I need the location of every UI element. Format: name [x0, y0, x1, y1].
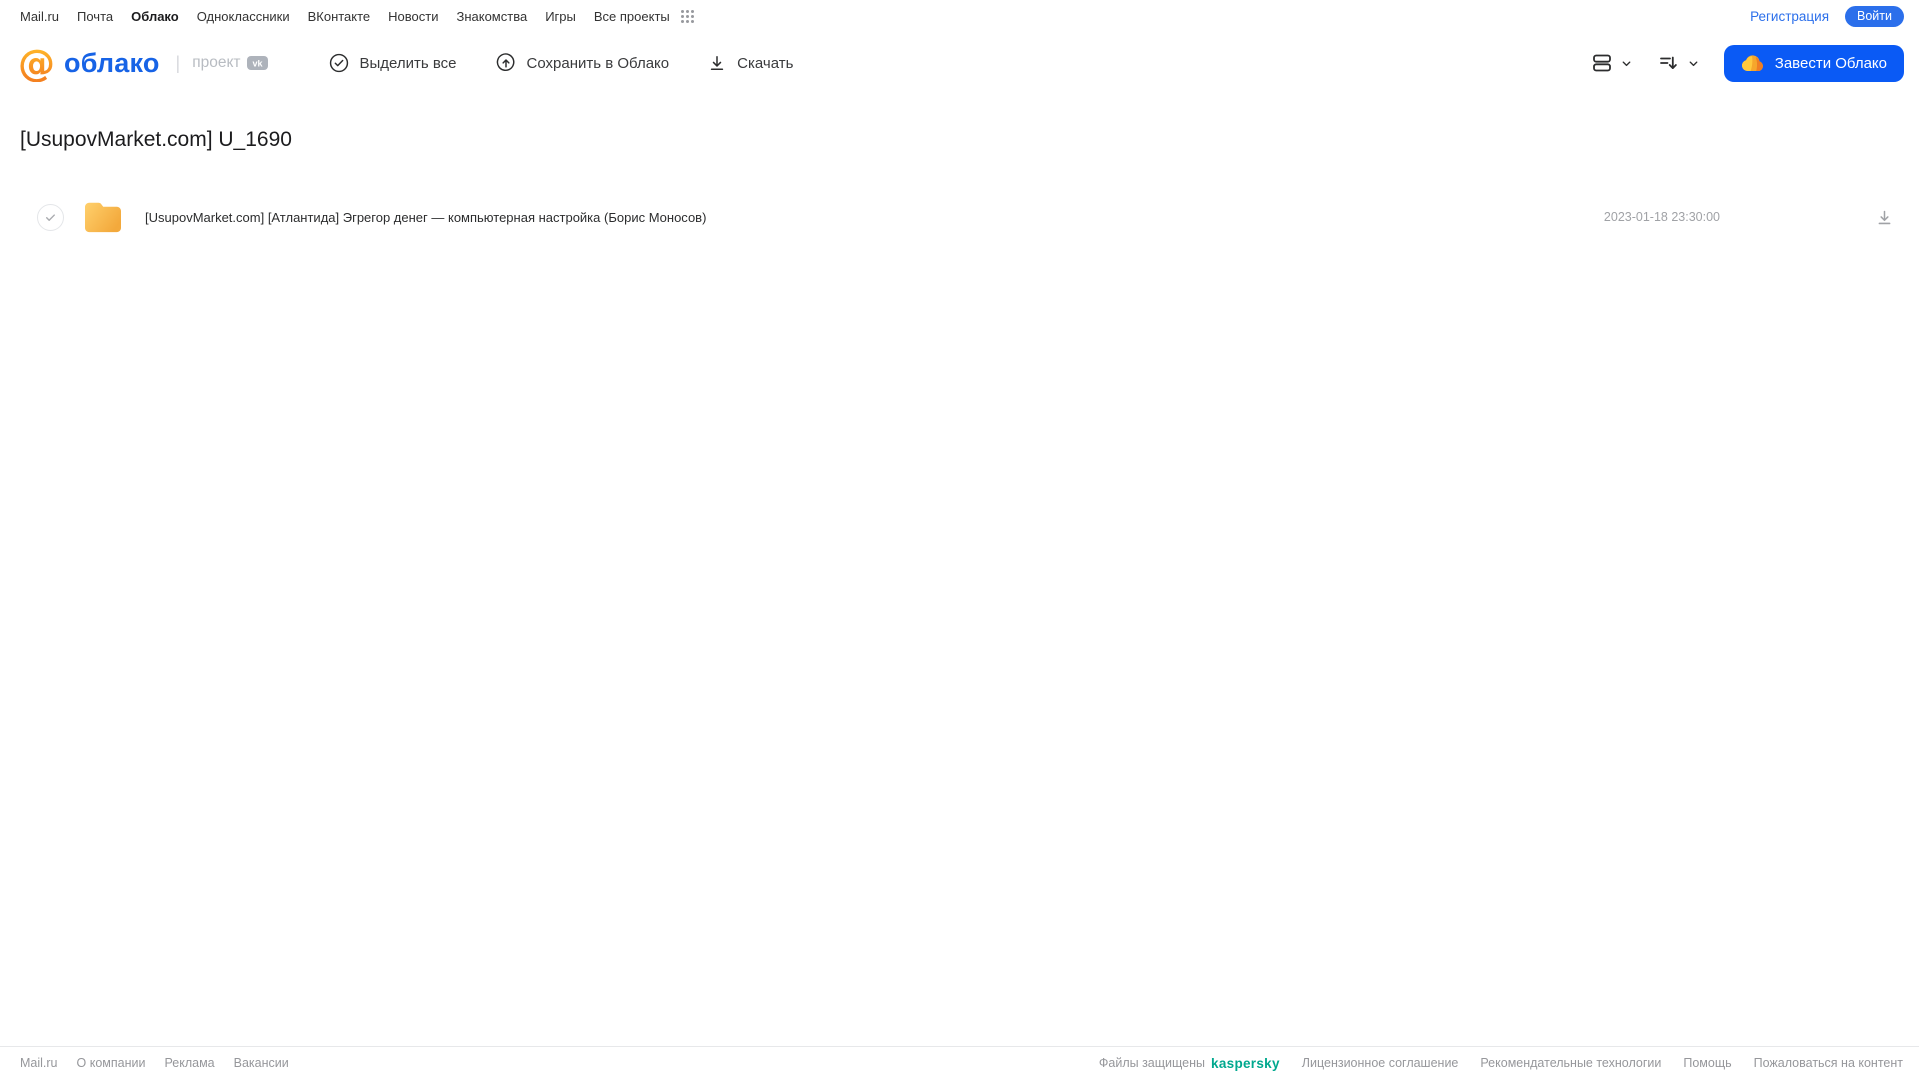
row-download-icon[interactable] [1875, 208, 1894, 227]
all-projects-grid-icon[interactable] [680, 9, 695, 24]
footer-link[interactable]: Помощь [1683, 1056, 1731, 1070]
footer-link-label[interactable]: Рекомендательные технологии [1480, 1056, 1661, 1070]
footer-link-label[interactable]: Реклама [164, 1056, 214, 1070]
project-link-label[interactable]: Новости [388, 9, 438, 24]
get-cloud-button[interactable]: Завести Облако [1723, 44, 1904, 82]
footer-link[interactable]: Пожаловаться на контент [1754, 1056, 1903, 1070]
chevron-down-icon [1622, 60, 1631, 66]
footer-link[interactable]: Вакансии [234, 1056, 289, 1070]
project-link-label[interactable]: Все проекты [594, 9, 670, 24]
project-link[interactable]: Все проекты [594, 9, 670, 24]
project-link[interactable]: Одноклассники [197, 9, 290, 24]
footer-link[interactable]: Mail.ru [20, 1056, 58, 1070]
cloud-upload-icon [496, 53, 515, 71]
project-link[interactable]: Почта [77, 9, 113, 24]
project-link-label[interactable]: Облако [131, 9, 179, 24]
project-vk-label: проект vk [192, 54, 268, 72]
mailru-at-icon: @ [18, 41, 55, 85]
login-button[interactable]: Войти [1845, 6, 1904, 27]
project-link-label[interactable]: Знакомства [456, 9, 527, 24]
file-row[interactable]: [UsupovMarket.com] [Атлантида] Эгрегор д… [0, 194, 1919, 240]
footer-link-label[interactable]: О компании [77, 1056, 146, 1070]
project-label: проект [192, 54, 241, 71]
kaspersky-logo[interactable]: kaspersky [1211, 1056, 1280, 1071]
footer: Mail.ru О компании Реклама Вакансии Файл… [0, 1046, 1919, 1079]
cloud-logo-text: облако [64, 47, 160, 78]
cloud-logo[interactable]: @ облако | проект vk [18, 45, 268, 82]
footer-left-links: Mail.ru О компании Реклама Вакансии [20, 1056, 289, 1070]
file-list: [UsupovMarket.com] [Атлантида] Эгрегор д… [0, 194, 1919, 240]
footer-link-label[interactable]: Пожаловаться на контент [1754, 1056, 1903, 1070]
project-link[interactable]: ВКонтакте [308, 9, 371, 24]
download-icon [710, 56, 724, 70]
cloud-header: @ облако | проект vk Выделить все Сохран… [0, 33, 1919, 93]
footer-link-label[interactable]: Помощь [1683, 1056, 1731, 1070]
footer-link-label[interactable]: Вакансии [234, 1056, 289, 1070]
select-all-label: Выделить все [359, 54, 457, 72]
project-link[interactable]: Игры [545, 9, 576, 24]
select-all-button[interactable]: Выделить все [328, 52, 457, 74]
row-checkbox[interactable] [37, 203, 64, 231]
project-links: Mail.ru Почта Облако Одноклассники ВКонт… [20, 9, 670, 24]
folder-icon [82, 199, 124, 235]
footer-link-label[interactable]: Лицензионное соглашение [1302, 1056, 1459, 1070]
shared-folder-content: [UsupovMarket.com] U_1690 [UsupovMarket.… [0, 93, 1919, 1046]
registration-link[interactable]: Регистрация [1750, 9, 1829, 24]
vk-badge-icon: vk [246, 56, 268, 70]
check-circle-icon [329, 53, 348, 73]
get-cloud-label: Завести Облако [1774, 54, 1887, 72]
checkmark-icon [46, 213, 55, 221]
svg-text:vk: vk [252, 59, 263, 69]
footer-link-label[interactable]: Mail.ru [20, 1056, 58, 1070]
project-link-label[interactable]: Mail.ru [20, 9, 59, 24]
top-project-nav: Mail.ru Почта Облако Одноклассники ВКонт… [0, 0, 1919, 33]
file-name[interactable]: [UsupovMarket.com] [Атлантида] Эгрегор д… [145, 210, 706, 225]
save-to-cloud-label: Сохранить в Облако [526, 54, 670, 72]
cloud-color-icon [1741, 55, 1763, 72]
footer-link[interactable]: Лицензионное соглашение [1302, 1056, 1459, 1070]
page-title: [UsupovMarket.com] U_1690 [20, 128, 292, 151]
project-link-label[interactable]: Почта [77, 9, 113, 24]
sort-dropdown[interactable] [1657, 51, 1700, 75]
footer-right-links: Файлы защищены kaspersky [1099, 1056, 1280, 1071]
view-list-icon [1592, 54, 1611, 72]
project-link[interactable]: Знакомства [456, 9, 527, 24]
project-link[interactable]: Облако [131, 9, 179, 24]
project-link-label[interactable]: Игры [545, 9, 576, 24]
footer-legal-links: Лицензионное соглашение Рекомендательные… [1302, 1056, 1903, 1070]
file-date: 2023-01-18 23:30:00 [1603, 210, 1720, 224]
logo-divider: | [175, 52, 181, 73]
project-link[interactable]: Mail.ru [20, 9, 59, 24]
auth-area: Регистрация Войти [1750, 6, 1904, 27]
view-mode-dropdown[interactable] [1590, 51, 1633, 75]
download-label: Скачать [737, 54, 794, 72]
project-link-label[interactable]: Одноклассники [197, 9, 290, 24]
footer-link[interactable]: О компании [77, 1056, 146, 1070]
sort-icon [1659, 56, 1677, 69]
chevron-down-icon [1689, 60, 1698, 66]
project-link-label[interactable]: ВКонтакте [308, 9, 371, 24]
download-button[interactable]: Скачать [707, 53, 793, 73]
protected-by-label: Файлы защищены [1098, 1056, 1206, 1070]
save-to-cloud-button[interactable]: Сохранить в Облако [495, 52, 670, 74]
file-actions-toolbar: Выделить все Сохранить в Облако Скачать [328, 52, 793, 74]
kaspersky-protection: Файлы защищены kaspersky [1099, 1056, 1280, 1071]
footer-link[interactable]: Реклама [164, 1056, 214, 1070]
footer-link[interactable]: Рекомендательные технологии [1480, 1056, 1661, 1070]
project-link[interactable]: Новости [388, 9, 438, 24]
header-right-controls: Завести Облако [1590, 44, 1904, 82]
page: Mail.ru Почта Облако Одноклассники ВКонт… [0, 0, 1919, 1079]
